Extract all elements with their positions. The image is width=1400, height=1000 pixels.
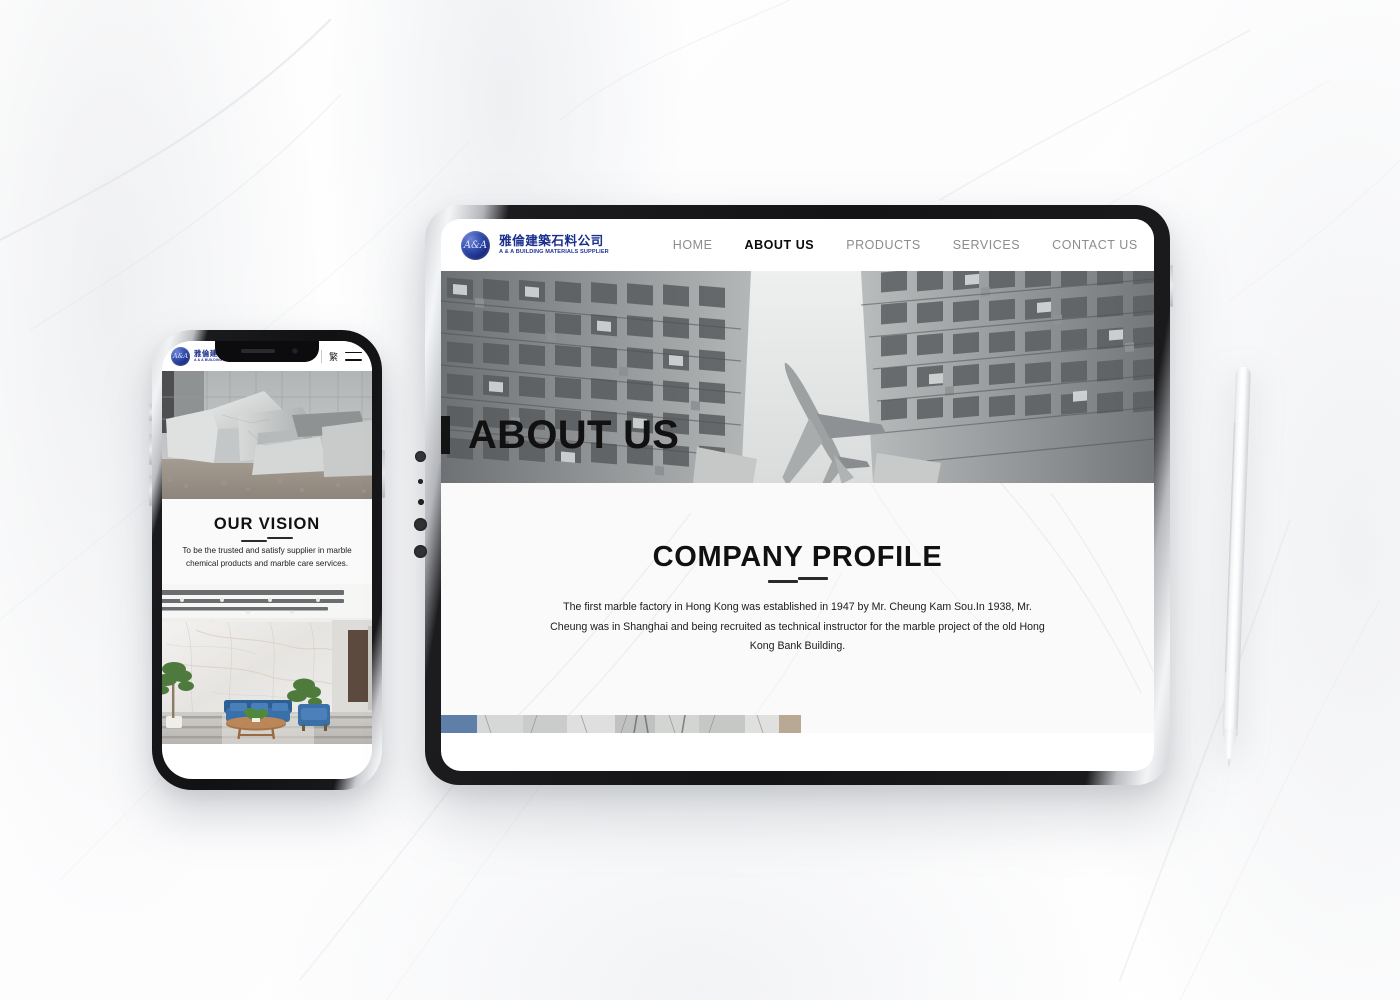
stylus-tip — [1227, 759, 1231, 767]
company-profile-section: COMPANY PROFILE The first marble factory… — [441, 483, 1154, 733]
phone-vision-heading: OUR VISION — [213, 515, 321, 533]
phone-notch — [215, 341, 319, 362]
tablet-site-header: A&A 雅倫建築石料公司 A & A BUILDING MATERIALS SU… — [441, 219, 1154, 271]
nav-item-contact-us[interactable]: CONTACT US — [1036, 238, 1154, 252]
hamburger-menu-icon[interactable] — [345, 351, 362, 361]
nav-item-about-us[interactable]: ABOUT US — [729, 238, 831, 252]
phone-power-button[interactable] — [382, 450, 385, 498]
tablet-mic-icon — [417, 499, 424, 505]
footer-image-strip — [441, 715, 801, 733]
tablet-sensor-icon — [418, 479, 423, 484]
tablet-power-button[interactable] — [1170, 265, 1173, 307]
nav-item-services[interactable]: SERVICES — [937, 238, 1036, 252]
profile-heading: COMPANY PROFILE — [652, 541, 943, 573]
phone-volume-down-button[interactable] — [149, 475, 152, 506]
language-toggle[interactable]: 繁 — [329, 350, 338, 363]
tablet-screen: A&A 雅倫建築石料公司 A & A BUILDING MATERIALS SU… — [441, 219, 1154, 771]
hero-banner: ABOUT US — [441, 271, 1154, 483]
nav-item-products[interactable]: PRODUCTS — [830, 238, 937, 252]
phone-vision-body: To be the trusted and satisfy supplier i… — [182, 546, 352, 568]
phone-screen: A&A 雅倫建築石料公司 A & A BUILDING MATERIALS SU… — [162, 341, 372, 779]
main-navigation: HOME ABOUT US PRODUCTS SERVICES CONTACT … — [657, 238, 1154, 252]
logo-mark-icon: A&A — [461, 230, 490, 260]
hero-accent-bar — [441, 416, 450, 454]
nav-item-home[interactable]: HOME — [657, 238, 729, 252]
phone-volume-up-button[interactable] — [149, 434, 152, 465]
phone-header-divider — [320, 349, 322, 363]
phone-mute-switch[interactable] — [149, 404, 152, 421]
tablet-smart-connector-2 — [414, 545, 427, 558]
phone-speaker-slot — [241, 349, 275, 353]
hero-title-group: ABOUT US — [441, 415, 679, 455]
tablet-camera-icon — [415, 451, 426, 462]
logo-name-cn: 雅倫建築石料公司 — [499, 233, 604, 248]
tablet-device: A&A 雅倫建築石料公司 A & A BUILDING MATERIALS SU… — [414, 205, 1173, 785]
phone-front-camera-icon — [292, 348, 298, 354]
phone-hero-image — [162, 371, 372, 499]
tablet-smart-connector-1 — [414, 518, 427, 531]
logo-name-en: A & A BUILDING MATERIALS SUPPLIER — [499, 248, 609, 255]
hero-title: ABOUT US — [468, 413, 680, 457]
logo-mark-icon: A&A — [171, 346, 190, 366]
phone-vision-section: OUR VISION To be the trusted and satisfy… — [162, 499, 372, 585]
phone-device: A&A 雅倫建築石料公司 A & A BUILDING MATERIALS SU… — [149, 330, 385, 790]
phone-lobby-image — [162, 584, 372, 745]
stylus-cone — [1222, 728, 1238, 761]
tablet-logo[interactable]: A&A 雅倫建築石料公司 A & A BUILDING MATERIALS SU… — [461, 230, 609, 260]
profile-body: The first marble factory in Hong Kong wa… — [550, 601, 1045, 653]
